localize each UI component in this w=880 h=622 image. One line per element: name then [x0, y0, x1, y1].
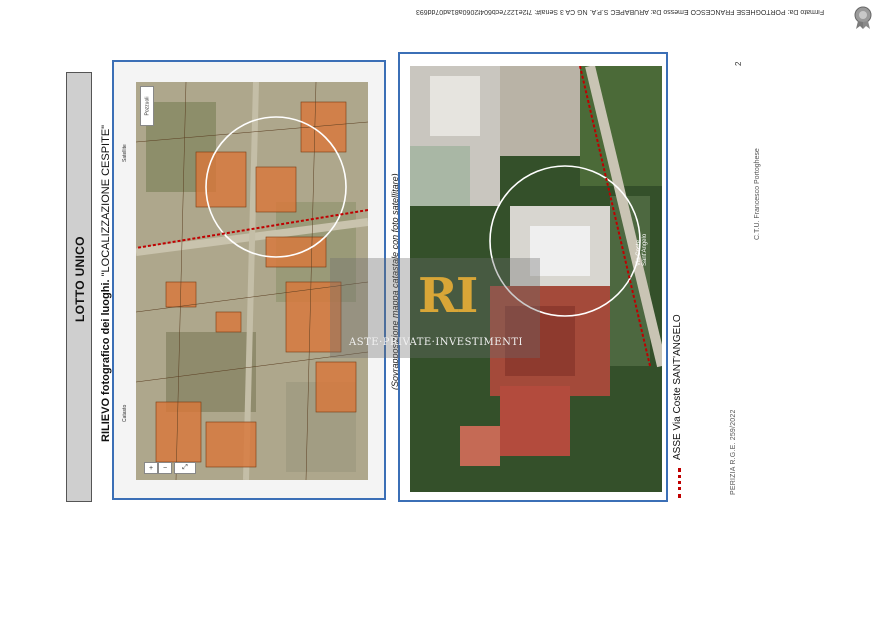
fullscreen-button[interactable]: ⤢: [174, 462, 196, 474]
pozzuoli-field[interactable]: Pozzuoli: [140, 86, 154, 126]
lot-title: LOTTO UNICO: [73, 236, 87, 322]
axis-legend-line: [678, 468, 684, 498]
section-heading-bold: RILIEVO fotografico dei luoghi.: [100, 279, 112, 442]
layer-label-catasto: Catasto: [122, 404, 128, 422]
page-number: 2: [734, 61, 743, 66]
fullscreen-icon: ⤢: [182, 464, 188, 471]
digital-signature-line: Firmato Da: PORTOGHESE FRANCESCO Emesso …: [415, 8, 825, 15]
axis-legend: ASSE Via Coste SANT'ANGELO: [672, 314, 683, 460]
section-heading: RILIEVO fotografico dei luoghi. "LOCALIZ…: [100, 125, 112, 442]
layer-label-satellite: Satellite: [122, 144, 128, 162]
zoom-out-button[interactable]: −: [158, 462, 172, 474]
ctu-footer: C.T.U. Francesco Portoghese: [754, 148, 761, 240]
seal-icon: [854, 6, 872, 29]
section-heading-rest: "LOCALIZZAZIONE CESPITE": [100, 124, 112, 280]
watermark-logo: RI: [418, 268, 478, 324]
zoom-in-button[interactable]: +: [144, 462, 158, 474]
street-label: Via Coste Sant'Angelo: [636, 233, 648, 266]
watermark-text: ASTE·PRIVATE·INVESTIMENTI: [349, 337, 523, 348]
perizia-footer: PERIZIA R.G.E. 259/2022: [730, 409, 737, 495]
